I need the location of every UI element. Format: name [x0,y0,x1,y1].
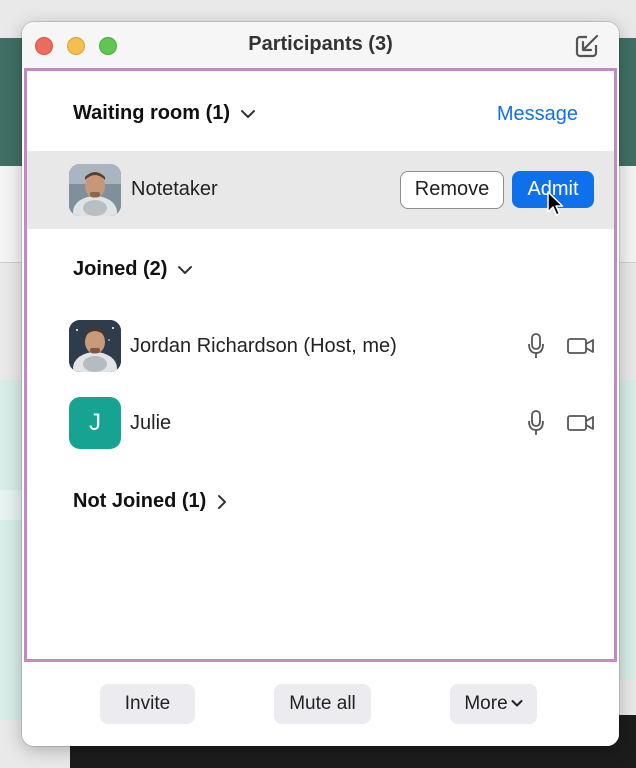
participant-name: Jordan Richardson (Host, me) [130,335,397,357]
remove-button[interactable]: Remove [400,171,504,209]
more-label: More [464,693,508,714]
waiting-room-row: Notetaker Remove Admit [27,151,614,229]
joined-header[interactable]: Joined (2) [73,258,193,281]
video-icon[interactable] [567,414,595,432]
mouse-cursor-icon [547,191,564,216]
chevron-down-icon [511,700,523,707]
message-link[interactable]: Message [497,103,578,126]
chevron-right-icon [218,494,227,509]
waiting-room-header[interactable]: Waiting room (1) [73,102,256,125]
astronaut-avatar-icon [69,164,121,216]
participants-panel: Waiting room (1) Message Notetaker Remov… [24,68,617,662]
not-joined-title: Not Joined (1) [73,490,207,512]
footer-toolbar: Invite Mute all More [22,665,619,746]
invite-button[interactable]: Invite [100,684,195,724]
participants-window: Participants (3) Waiting room (1) Messag… [22,22,619,746]
avatar [69,320,121,372]
chevron-down-icon [178,265,193,274]
avatar [69,164,121,216]
window-title: Participants (3) [248,33,393,55]
video-icon[interactable] [567,337,595,355]
avatar: J [69,397,121,449]
mic-icon[interactable] [527,410,545,436]
pop-in-icon[interactable] [575,34,601,58]
title-bar: Participants (3) [22,22,619,68]
waiting-room-title: Waiting room (1) [73,102,231,124]
participant-name: Julie [130,412,172,434]
waiting-participant-name: Notetaker [131,178,218,200]
mute-all-button[interactable]: Mute all [274,684,371,724]
astronaut-avatar-icon [69,320,121,372]
joined-title: Joined (2) [73,258,168,280]
chevron-down-icon [241,109,256,118]
background-app-panel-right [618,380,636,680]
mic-icon[interactable] [527,333,545,359]
not-joined-header[interactable]: Not Joined (1) [73,490,228,513]
more-button[interactable]: More [450,684,537,724]
